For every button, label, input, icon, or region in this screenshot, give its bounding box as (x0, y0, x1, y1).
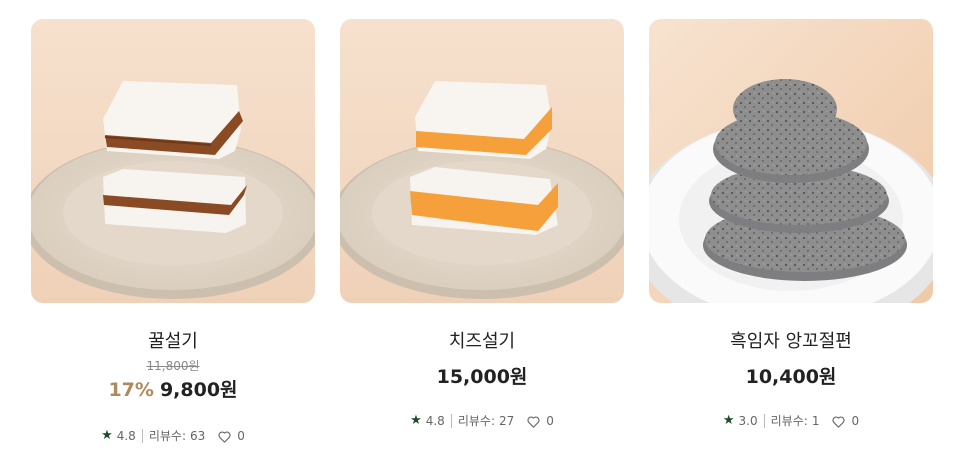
review-label: 리뷰수: (457, 414, 495, 428)
product-meta: ★ 4.8 리뷰수: 27 0 (340, 412, 624, 430)
heart-icon[interactable] (217, 429, 232, 444)
rating-value: 4.8 (116, 429, 136, 443)
review-label: 리뷰수: (770, 414, 808, 428)
review-count: 1 (811, 414, 820, 428)
product-name[interactable]: 치즈설기 (340, 330, 624, 354)
product-card-black-sesame-jeolpyeon[interactable]: 흑임자 앙꼬절편 10,400원 ★ 3.0 리뷰수: 1 0 (649, 19, 933, 430)
star-icon: ★ (101, 428, 113, 443)
rating-value: 4.8 (425, 414, 445, 428)
sale-price: 9,800원 (159, 379, 238, 401)
like-count: 0 (237, 429, 245, 443)
divider (763, 414, 765, 428)
review-label: 리뷰수: (148, 429, 186, 443)
black-sesame-rice-cake-image (649, 19, 933, 303)
product-image[interactable] (340, 19, 624, 303)
price-row: 15,000원 (340, 364, 624, 390)
product-name[interactable]: 흑임자 앙꼬절편 (649, 330, 933, 354)
heart-icon[interactable] (831, 414, 846, 429)
star-icon: ★ (722, 413, 735, 428)
honey-rice-cake-image (31, 19, 315, 303)
rating-value: 3.0 (738, 414, 758, 428)
product-card-honey-seolgi[interactable]: 꿀설기 11,800원 17% 9,800원 ★ 4.8 리뷰수: 63 0 (31, 19, 315, 445)
product-name[interactable]: 꿀설기 (31, 330, 315, 354)
review-count: 63 (190, 429, 206, 443)
product-image[interactable] (31, 19, 315, 303)
product-image[interactable] (649, 19, 933, 303)
sale-price: 15,000원 (436, 366, 528, 388)
product-meta: ★ 3.0 리뷰수: 1 0 (649, 412, 933, 430)
like-count: 0 (546, 414, 554, 428)
product-meta: ★ 4.8 리뷰수: 63 0 (31, 427, 315, 445)
price-row: 10,400원 (649, 364, 933, 390)
divider (450, 414, 452, 428)
product-card-cheese-seolgi[interactable]: 치즈설기 15,000원 ★ 4.8 리뷰수: 27 0 (340, 19, 624, 430)
original-price: 11,800원 (146, 359, 200, 373)
review-count: 27 (499, 414, 515, 428)
star-icon: ★ (410, 413, 422, 428)
like-count: 0 (851, 414, 860, 428)
sale-price: 10,400원 (745, 366, 837, 388)
divider (141, 429, 143, 443)
heart-icon[interactable] (526, 414, 541, 429)
discount-rate: 17% (108, 379, 154, 401)
price-row: 17% 9,800원 (31, 377, 315, 403)
cheese-rice-cake-image (340, 19, 624, 303)
